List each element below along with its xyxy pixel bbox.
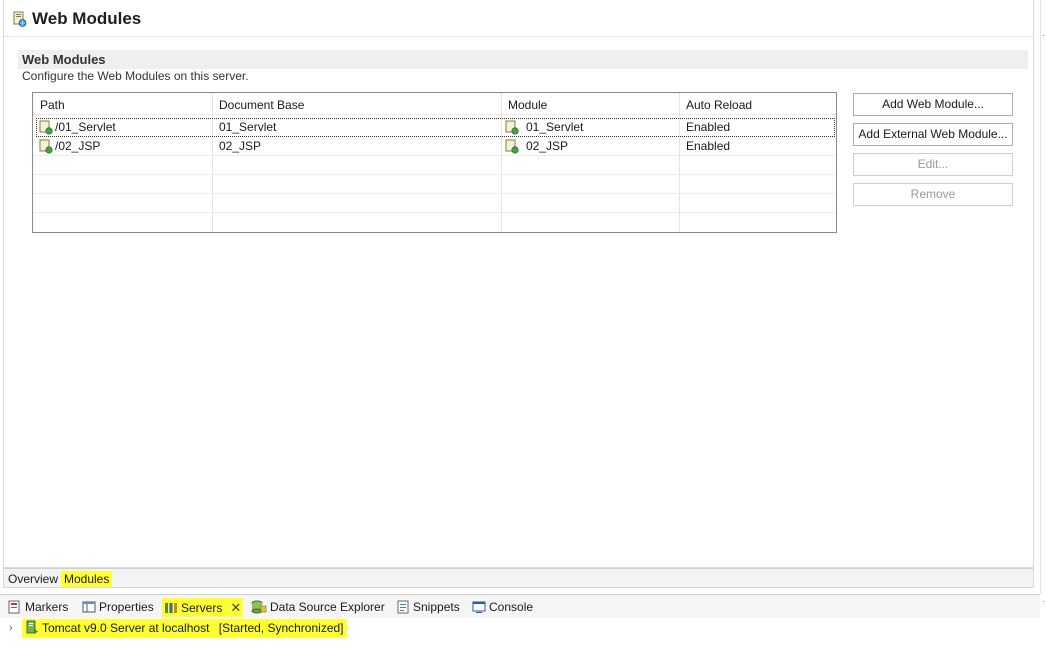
- table-row[interactable]: /02_JSP 02_JSP 02_JSP Enabled: [33, 137, 836, 156]
- tab-snippets-label: Snippets: [413, 600, 460, 614]
- page-title: Web Modules: [32, 9, 142, 28]
- console-icon: [472, 601, 486, 613]
- section-title: Web Modules: [22, 52, 106, 67]
- section-description: Configure the Web Modules on this server…: [22, 69, 249, 83]
- section-header: Web Modules: [18, 50, 1028, 69]
- tab-data-source-label: Data Source Explorer: [270, 600, 385, 614]
- web-module-icon: [39, 139, 53, 154]
- web-module-icon: [39, 120, 53, 135]
- row-divider: [33, 174, 836, 175]
- edge-marker: ·: [1042, 596, 1045, 606]
- tab-overview[interactable]: Overview: [5, 571, 61, 587]
- markers-icon: [8, 600, 20, 614]
- tab-modules[interactable]: Modules: [61, 571, 113, 587]
- server-name: Tomcat v9.0 Server at localhost: [42, 621, 210, 635]
- tomcat-server-icon: [26, 620, 38, 634]
- web-module-icon: [13, 11, 27, 27]
- cell-document-base: 02_JSP: [219, 139, 262, 153]
- tab-markers[interactable]: Markers: [6, 598, 70, 617]
- servers-icon: [165, 603, 177, 613]
- server-status: [Started, Synchronized]: [218, 621, 344, 635]
- web-module-icon: [505, 139, 519, 154]
- table-row[interactable]: /01_Servlet 01_Servlet 01_Servlet Enable…: [36, 118, 835, 137]
- web-modules-table[interactable]: Path Document Base Module Auto Reload /0…: [32, 92, 837, 233]
- tab-data-source-explorer[interactable]: Data Source Explorer: [249, 598, 387, 617]
- column-header-document-base[interactable]: Document Base: [219, 98, 304, 112]
- cell-auto-reload: Enabled: [686, 139, 731, 153]
- servers-view: › Tomcat v9.0 Server at localhost [Start…: [0, 618, 1046, 656]
- properties-icon: [82, 601, 96, 613]
- chevron-right-icon[interactable]: ›: [9, 622, 13, 634]
- snippets-icon: [397, 600, 409, 614]
- tab-snippets[interactable]: Snippets: [394, 598, 462, 617]
- tab-console[interactable]: Console: [470, 598, 535, 617]
- cell-module: 02_JSP: [526, 139, 569, 153]
- tab-properties-label: Properties: [99, 600, 154, 614]
- tab-servers[interactable]: Servers ✕: [162, 598, 244, 617]
- right-edge: [1040, 0, 1046, 594]
- editor-page-tabs: Overview Modules: [3, 568, 1034, 588]
- column-header-module[interactable]: Module: [508, 98, 547, 112]
- editor-header: Web Modules: [4, 0, 1033, 37]
- tab-console-label: Console: [489, 600, 534, 614]
- server-tree-item[interactable]: Tomcat v9.0 Server at localhost [Started…: [22, 619, 347, 638]
- column-header-path[interactable]: Path: [40, 98, 65, 112]
- database-icon: [251, 600, 267, 614]
- cell-path: /02_JSP: [55, 139, 101, 153]
- cell-module: 01_Servlet: [526, 120, 584, 134]
- cell-auto-reload: Enabled: [686, 120, 731, 134]
- views-tab-bar: Markers Properties Servers ✕ Data Source …: [0, 594, 1040, 618]
- web-module-icon: [505, 120, 519, 135]
- tab-properties[interactable]: Properties: [80, 598, 156, 617]
- row-divider: [33, 212, 836, 213]
- cell-document-base: 01_Servlet: [219, 120, 277, 134]
- cell-path: /01_Servlet: [55, 120, 116, 134]
- edge-marker: ·: [1042, 30, 1045, 40]
- add-web-module-button[interactable]: Add Web Module...: [853, 93, 1013, 116]
- close-icon[interactable]: ✕: [230, 600, 241, 615]
- tab-markers-label: Markers: [25, 600, 69, 614]
- table-header: Path Document Base Module Auto Reload: [33, 93, 836, 115]
- remove-button[interactable]: Remove: [853, 183, 1013, 206]
- server-editor: Web Modules Web Modules Configure the We…: [3, 0, 1034, 568]
- add-external-web-module-button[interactable]: Add External Web Module...: [853, 123, 1013, 146]
- column-header-auto-reload[interactable]: Auto Reload: [686, 98, 752, 112]
- tab-servers-label: Servers: [181, 601, 223, 615]
- row-divider: [33, 193, 836, 194]
- edit-button[interactable]: Edit...: [853, 153, 1013, 176]
